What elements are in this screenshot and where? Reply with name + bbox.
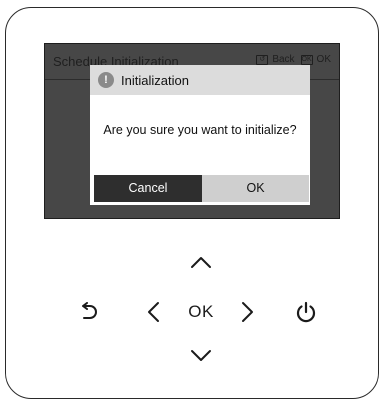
dialog-title: Initialization: [121, 72, 189, 88]
down-button[interactable]: [186, 344, 216, 368]
dialog-message: Are you sure you want to initialize?: [103, 123, 297, 137]
right-button[interactable]: [236, 299, 260, 325]
power-button[interactable]: [292, 298, 320, 326]
right-arrow-icon: [242, 302, 253, 322]
ok-key[interactable]: OK: [179, 300, 223, 324]
up-arrow-icon: [191, 257, 211, 268]
up-button[interactable]: [186, 250, 216, 274]
cancel-button[interactable]: Cancel: [94, 175, 202, 202]
back-icon: [82, 302, 97, 319]
ok-hint-label: OK: [316, 54, 331, 65]
screen-hints: ↺ Back OK OK: [256, 54, 333, 65]
back-button[interactable]: [75, 299, 103, 327]
initialization-dialog: ! Initialization Are you sure you want t…: [90, 65, 310, 205]
dialog-buttons: Cancel OK: [94, 175, 309, 202]
ok-button[interactable]: OK: [202, 175, 309, 202]
ok-hint-key: OK: [300, 54, 313, 65]
power-icon: [296, 301, 316, 323]
dialog-header: ! Initialization: [90, 65, 310, 95]
back-hint-key: ↺: [256, 54, 269, 65]
back-hint-label: Back: [272, 54, 295, 65]
display-screen: Schedule Initialization ↺ Back OK OK ! I…: [44, 43, 340, 219]
left-arrow-icon: [148, 302, 159, 322]
down-arrow-icon: [191, 350, 211, 361]
alert-icon: !: [98, 72, 114, 88]
left-button[interactable]: [141, 299, 165, 325]
